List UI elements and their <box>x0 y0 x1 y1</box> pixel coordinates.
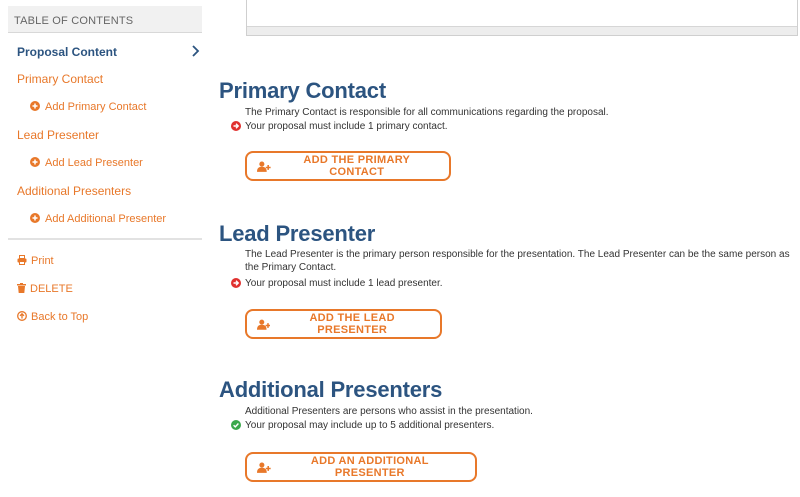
add-lead-presenter-button[interactable]: ADD THE LEAD PRESENTER <box>245 309 442 339</box>
sidebar-item-primary-contact[interactable]: Primary Contact <box>17 72 103 86</box>
sidebar-item-add-primary-contact[interactable]: Add Primary Contact <box>30 101 146 113</box>
back-to-top-link[interactable]: Back to Top <box>17 311 88 323</box>
plus-circle-icon <box>30 213 40 223</box>
section-primary-contact: Primary Contact The Primary Contact is r… <box>219 78 799 181</box>
sidebar-item-label: Add Additional Presenter <box>45 213 167 225</box>
section-lead-presenter: Lead Presenter The Lead Presenter is the… <box>219 221 799 339</box>
requirement-text: Your proposal may include up to 5 additi… <box>245 420 495 431</box>
section-description: The Primary Contact is responsible for a… <box>245 107 609 118</box>
sidebar-divider <box>8 238 202 240</box>
chevron-right-icon <box>192 45 200 57</box>
sidebar-item-add-additional-presenter[interactable]: Add Additional Presenter <box>30 213 166 225</box>
button-label: ADD THE LEAD PRESENTER <box>309 312 395 336</box>
requirement-message: Your proposal must include 1 primary con… <box>231 120 448 133</box>
arrow-up-circle-icon <box>17 311 27 321</box>
requirement-text: Your proposal must include 1 primary con… <box>245 121 448 132</box>
sidebar-item-lead-presenter[interactable]: Lead Presenter <box>17 128 99 142</box>
delete-label: DELETE <box>30 283 73 295</box>
preview-scrollbar[interactable] <box>247 26 797 35</box>
toc-header-label: TABLE OF CONTENTS <box>14 15 134 27</box>
sidebar-item-label: Primary Contact <box>17 72 104 86</box>
print-label: Print <box>31 255 54 267</box>
trash-icon <box>17 283 26 293</box>
requirement-message: Your proposal may include up to 5 additi… <box>231 419 494 432</box>
sidebar-item-additional-presenters[interactable]: Additional Presenters <box>17 184 131 198</box>
error-arrow-icon <box>231 121 241 131</box>
delete-link[interactable]: DELETE <box>17 283 73 295</box>
user-plus-icon <box>257 319 271 330</box>
toc-header: TABLE OF CONTENTS <box>8 6 202 33</box>
user-plus-icon <box>257 161 271 172</box>
sidebar: TABLE OF CONTENTS Proposal Content Prima… <box>0 0 210 497</box>
sidebar-item-proposal-content[interactable]: Proposal Content <box>17 45 117 59</box>
button-label: ADD THE PRIMARY CONTACT <box>303 154 411 178</box>
sidebar-item-label: Add Lead Presenter <box>45 157 143 169</box>
sidebar-item-label: Add Primary Contact <box>45 101 147 113</box>
section-additional-presenters: Additional Presenters Additional Present… <box>219 377 799 482</box>
section-description: The Lead Presenter is the primary person… <box>245 249 790 273</box>
check-circle-icon <box>231 420 241 430</box>
section-title: Lead Presenter <box>219 221 376 246</box>
section-description: Additional Presenters are persons who as… <box>245 406 533 417</box>
print-link[interactable]: Print <box>17 255 54 267</box>
back-to-top-label: Back to Top <box>31 311 89 323</box>
print-icon <box>17 255 27 265</box>
section-title: Additional Presenters <box>219 377 443 402</box>
requirement-text: Your proposal must include 1 lead presen… <box>245 278 443 289</box>
requirement-message: Your proposal must include 1 lead presen… <box>231 277 443 290</box>
user-plus-icon <box>257 462 271 473</box>
preview-frame <box>246 0 798 36</box>
add-additional-presenter-button[interactable]: ADD AN ADDITIONAL PRESENTER <box>245 452 477 482</box>
section-title: Primary Contact <box>219 78 386 103</box>
plus-circle-icon <box>30 101 40 111</box>
sidebar-item-label: Additional Presenters <box>17 184 132 198</box>
sidebar-item-add-lead-presenter[interactable]: Add Lead Presenter <box>30 157 143 169</box>
sidebar-item-label: Lead Presenter <box>17 128 100 142</box>
sidebar-item-label: Proposal Content <box>17 45 118 59</box>
button-label: ADD AN ADDITIONAL PRESENTER <box>310 455 429 479</box>
add-primary-contact-button[interactable]: ADD THE PRIMARY CONTACT <box>245 151 451 181</box>
plus-circle-icon <box>30 157 40 167</box>
error-arrow-icon <box>231 278 241 288</box>
